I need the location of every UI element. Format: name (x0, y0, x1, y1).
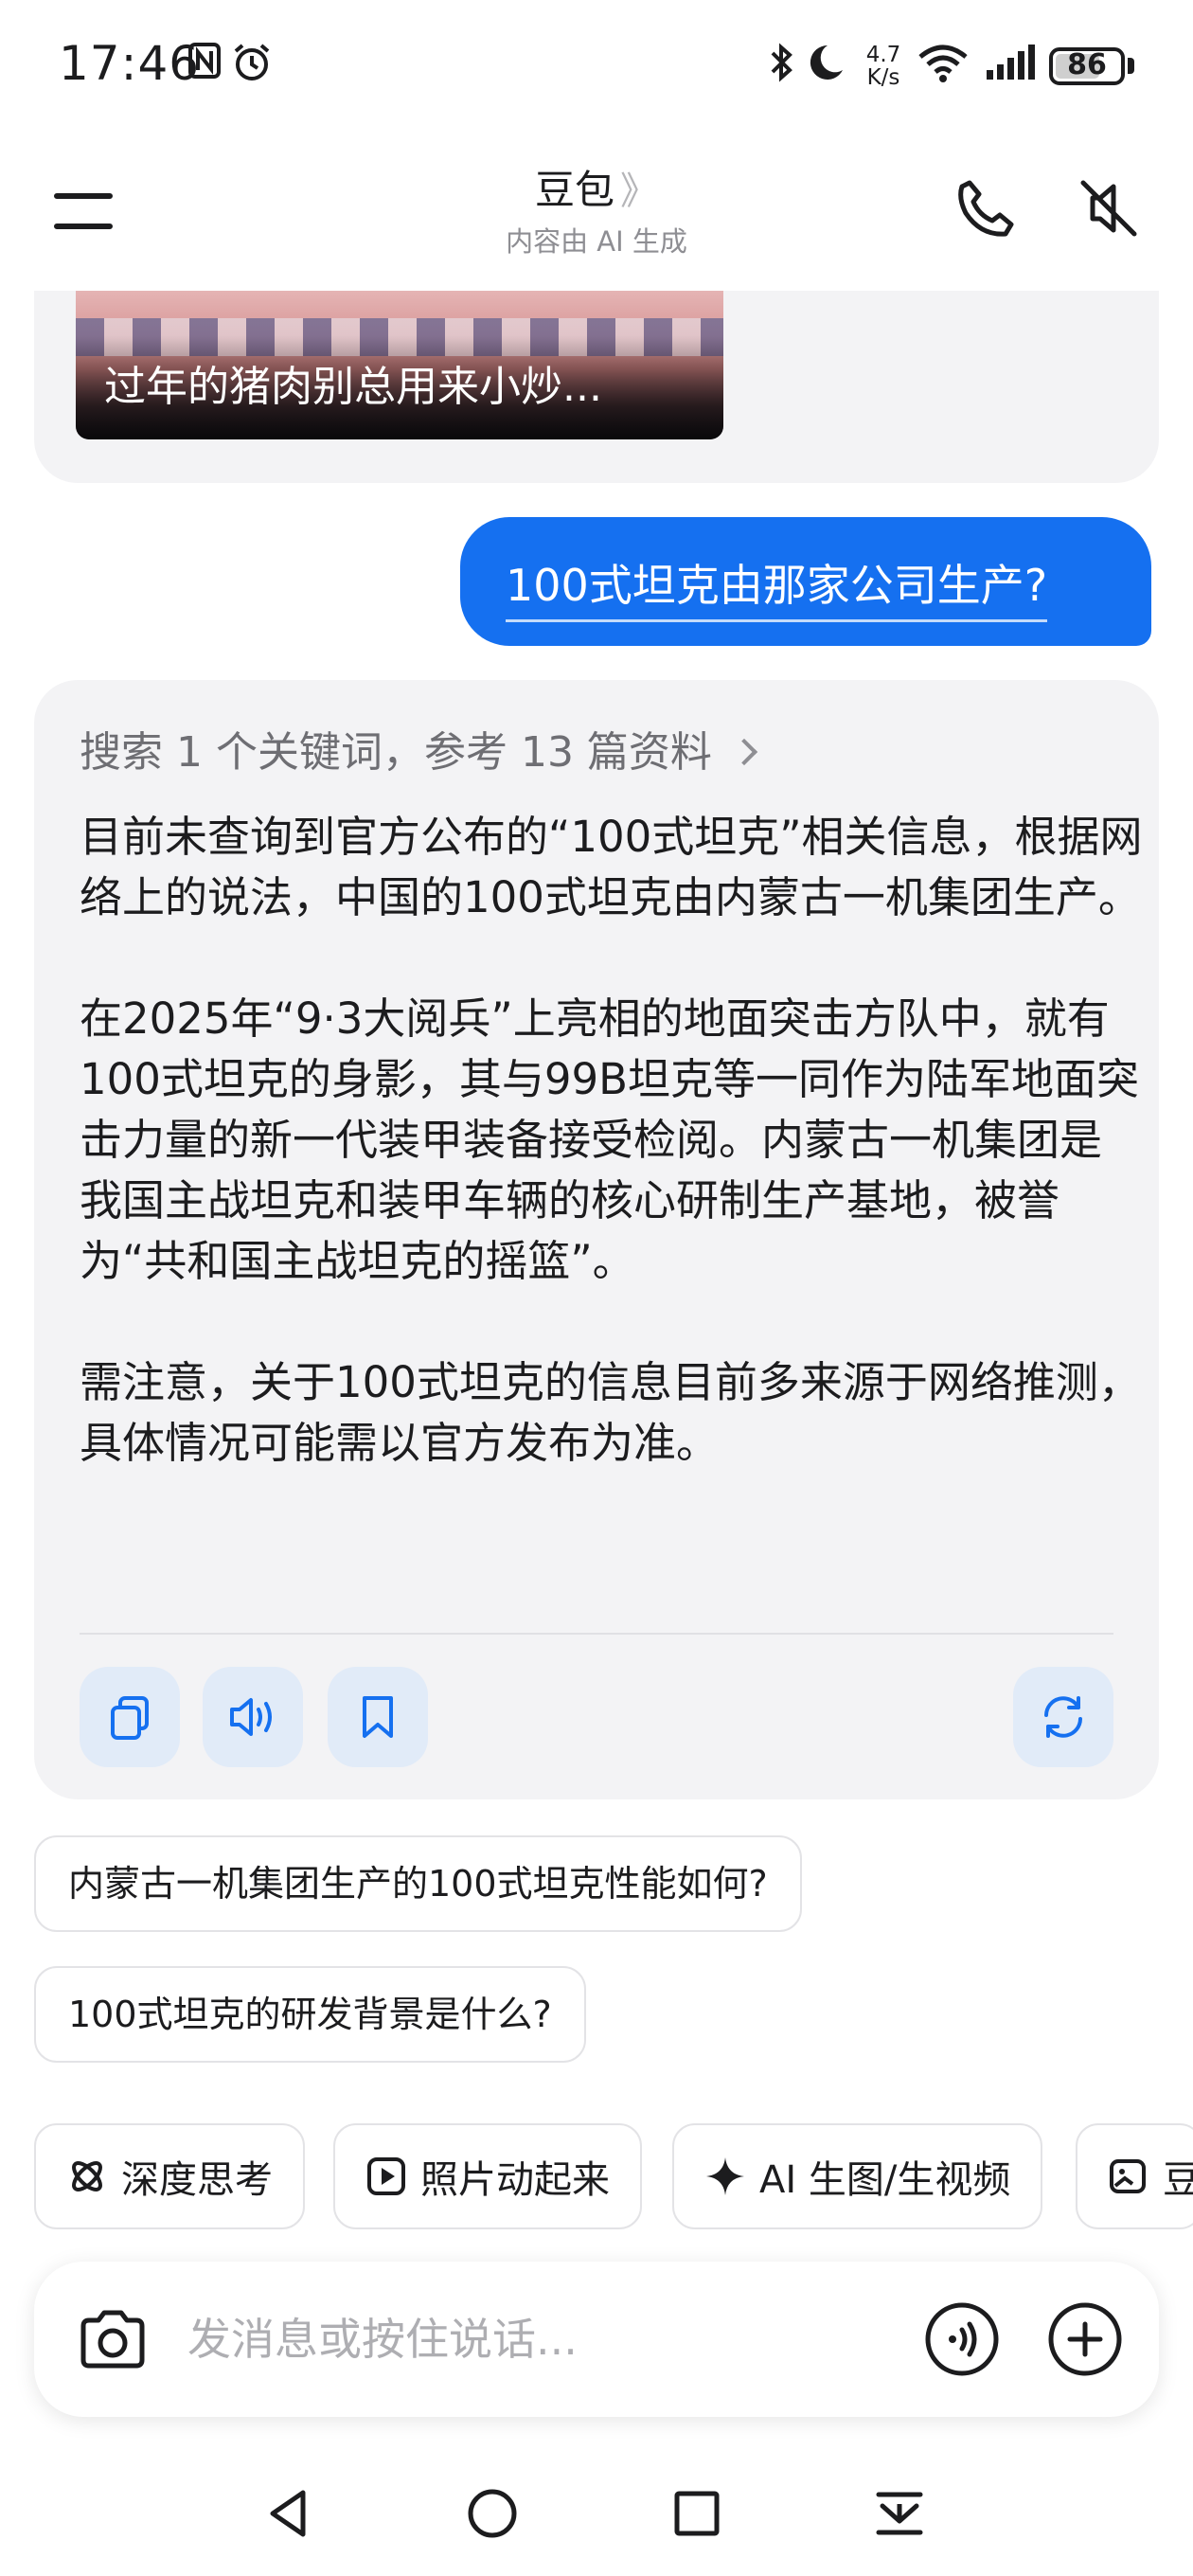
user-message-bubble[interactable]: 100式坦克由那家公司生产? (460, 517, 1151, 646)
copy-icon (111, 1696, 149, 1740)
search-summary-text: 搜索 1 个关键词，参考 13 篇资料 (80, 728, 712, 777)
speaker-icon (230, 1698, 272, 1736)
divider (80, 1633, 1113, 1635)
animate-photo-chip[interactable]: 照片动起来 (333, 2123, 642, 2229)
nav-home-button[interactable] (454, 2476, 530, 2551)
sparkle-icon (706, 2157, 744, 2195)
title-chevron-icon: 》 (620, 170, 658, 213)
read-aloud-button[interactable] (203, 1667, 303, 1767)
speed-unit: K/s (866, 65, 900, 90)
status-bar: 17:46 4.7 K/s 86 (0, 0, 1193, 137)
recents-square-icon (674, 2491, 720, 2536)
deep-thinking-chip[interactable]: 深度思考 (34, 2123, 305, 2229)
add-button[interactable] (1045, 2299, 1125, 2379)
answer-paragraph: 需注意，关于100式坦克的信息目前多来源于网络推测，具体情况可能需以官方发布为准… (80, 1357, 1141, 1468)
voice-wave-icon (925, 2302, 999, 2376)
regenerate-button[interactable] (1013, 1667, 1113, 1767)
nav-notifications-button[interactable] (862, 2476, 937, 2551)
article-thumbnail[interactable]: 过年的猪肉别总用来小炒... (76, 284, 723, 439)
wifi-icon (917, 42, 970, 87)
answer-paragraph: 在2025年“9·3大阅兵”上亮相的地面突击方队中，就有100式坦克的身影，其与… (80, 993, 1140, 1286)
pull-down-icon (876, 2492, 923, 2535)
camera-icon (80, 2310, 145, 2369)
do-not-disturb-icon (807, 42, 846, 87)
mute-button[interactable] (1076, 175, 1142, 242)
voice-call-button[interactable] (922, 2299, 1002, 2379)
suggested-question[interactable]: 内蒙古一机集团生产的100式坦克性能如何? (34, 1835, 802, 1932)
bookmark-icon (363, 1696, 393, 1738)
image-edit-chip[interactable]: 豆 (1076, 2123, 1193, 2229)
network-speed: 4.7 K/s (860, 44, 907, 89)
chat-title: 豆包 (534, 167, 614, 213)
nav-back-button[interactable] (252, 2476, 328, 2551)
chat-screen: 17:46 4.7 K/s 86 过年的猪肉别总用来小炒... 豆包 》 内容由… (0, 0, 1193, 2576)
chevron-right-icon (730, 738, 758, 766)
message-input-bar (34, 2262, 1159, 2417)
ai-image-video-chip[interactable]: AI 生图/生视频 (672, 2123, 1043, 2229)
chip-label: 豆 (1163, 2158, 1193, 2202)
back-triangle-icon (270, 2490, 306, 2537)
suggested-question[interactable]: 100式坦克的研发背景是什么? (34, 1966, 586, 2063)
speed-value: 4.7 (865, 43, 901, 67)
thumbnail-caption: 过年的猪肉别总用来小炒... (104, 363, 602, 411)
play-box-icon (367, 2157, 405, 2195)
chip-label: 深度思考 (121, 2158, 273, 2202)
atom-icon (72, 2161, 102, 2191)
answer-paragraph: 目前未查询到官方公布的“100式坦克”相关信息，根据网络上的说法，中国的100式… (80, 812, 1143, 922)
signal-icon (985, 42, 1038, 87)
bluetooth-icon (769, 42, 795, 87)
chip-label: AI 生图/生视频 (759, 2158, 1011, 2202)
answer-body: 目前未查询到官方公布的“100式坦克”相关信息，根据网络上的说法，中国的100式… (80, 807, 1144, 1474)
camera-button[interactable] (76, 2303, 150, 2377)
bookmark-button[interactable] (328, 1667, 428, 1767)
nav-recents-button[interactable] (659, 2476, 735, 2551)
assistant-answer-card: 搜索 1 个关键词，参考 13 篇资料 目前未查询到官方公布的“100式坦克”相… (34, 680, 1159, 1799)
chat-header: 豆包》 内容由 AI 生成 (0, 137, 1193, 291)
image-edit-icon (1110, 2159, 1146, 2193)
status-time: 17:46 (59, 36, 201, 91)
plus-icon (1048, 2302, 1122, 2376)
speaker-muted-icon (1080, 180, 1137, 237)
battery-level: 86 (1067, 48, 1107, 81)
regenerate-icon (1044, 1696, 1082, 1738)
home-circle-icon (468, 2489, 517, 2538)
nfc-icon (187, 42, 222, 83)
battery-cap (1128, 58, 1134, 74)
phone-icon (958, 180, 1014, 237)
alarm-icon (231, 42, 273, 87)
user-message-text: 100式坦克由那家公司生产? (506, 551, 1048, 622)
search-summary[interactable]: 搜索 1 个关键词，参考 13 篇资料 (80, 718, 758, 778)
copy-button[interactable] (80, 1667, 180, 1767)
battery-indicator: 86 (1049, 47, 1125, 85)
message-input[interactable] (187, 2309, 850, 2370)
phone-call-button[interactable] (953, 175, 1019, 242)
chip-label: 照片动起来 (420, 2158, 610, 2202)
